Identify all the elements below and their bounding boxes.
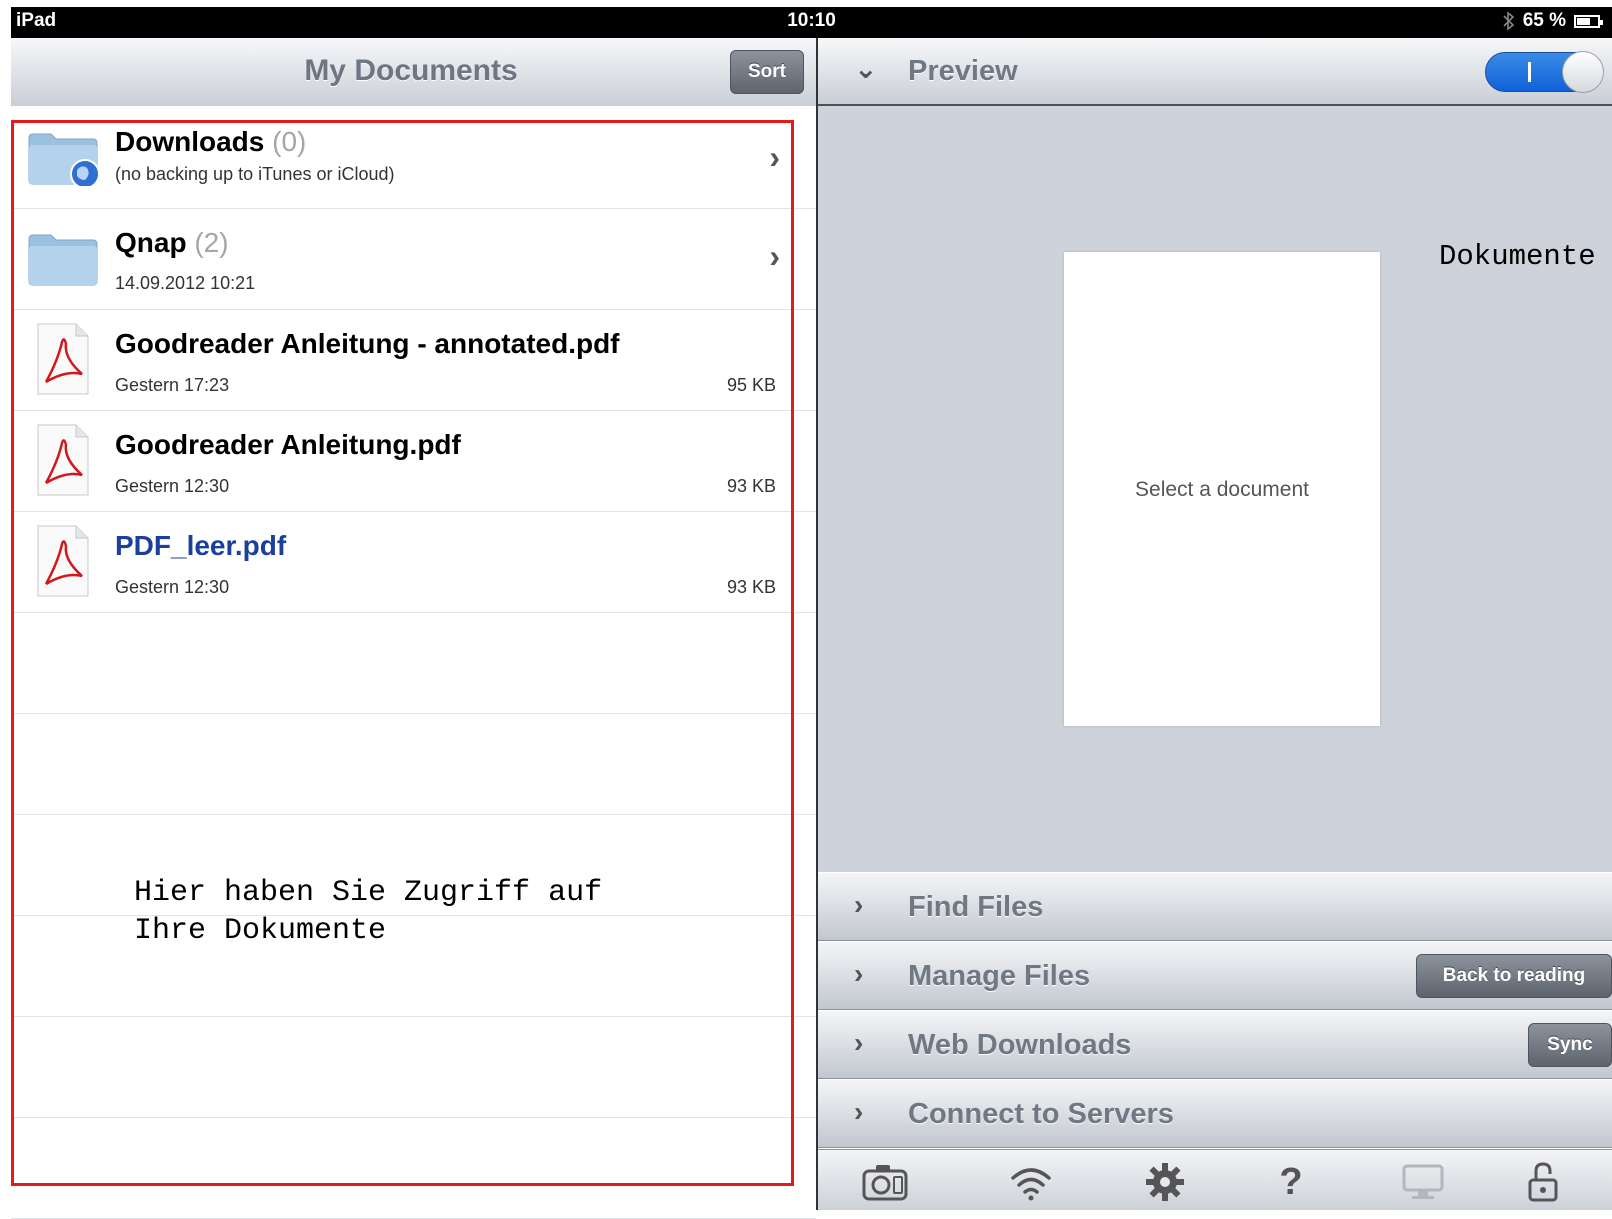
chevron-right-icon: › — [854, 1096, 864, 1127]
preview-placeholder: Select a document — [1135, 478, 1309, 501]
battery-percent: 65 % — [1522, 10, 1566, 31]
section-label: Manage Files — [908, 960, 1091, 992]
status-bar: iPad 10:10 65 % — [11, 7, 1612, 38]
section-web-downloads[interactable]: › Web Downloads Sync — [818, 1010, 1612, 1079]
sync-button[interactable]: Sync — [1528, 1023, 1612, 1067]
annotation-text: Hier haben Sie Zugriff auf Ihre Dokument… — [134, 876, 603, 948]
section-label: Connect to Servers — [908, 1098, 1174, 1130]
toggle-knob — [1562, 51, 1604, 93]
preview-title: Preview — [908, 55, 1018, 87]
sort-button[interactable]: Sort — [730, 50, 804, 94]
monitor-icon[interactable] — [1400, 1162, 1446, 1202]
section-find-files[interactable]: › Find Files — [818, 872, 1612, 941]
status-right: 65 % — [1503, 10, 1603, 32]
preview-toggle[interactable] — [1485, 51, 1604, 93]
toggle-on-mark — [1528, 62, 1531, 82]
chevron-right-icon: › — [854, 889, 864, 920]
page-title: My Documents — [304, 54, 518, 87]
battery-icon — [1574, 14, 1603, 28]
camera-icon[interactable] — [862, 1162, 908, 1202]
bluetooth-icon — [1503, 11, 1514, 31]
section-label: Web Downloads — [908, 1029, 1132, 1061]
wifi-icon[interactable] — [1008, 1162, 1054, 1202]
clock: 10:10 — [787, 10, 836, 31]
document-preview-page: Select a document — [1064, 252, 1380, 726]
chevron-right-icon: › — [854, 958, 864, 989]
documents-header: My Documents Sort — [11, 38, 816, 107]
help-icon[interactable]: ? — [1268, 1162, 1314, 1202]
chevron-right-icon: › — [854, 1027, 864, 1058]
section-connect-servers[interactable]: › Connect to Servers — [818, 1079, 1612, 1148]
bottom-toolbar: ? — [818, 1149, 1612, 1210]
annotation-text-right: Dokumente — [1439, 240, 1596, 273]
preview-header[interactable]: ⌄ Preview — [818, 38, 1612, 106]
back-to-reading-button[interactable]: Back to reading — [1416, 954, 1612, 998]
gear-icon[interactable] — [1142, 1162, 1188, 1202]
section-manage-files[interactable]: › Manage Files Back to reading — [818, 941, 1612, 1010]
section-label: Find Files — [908, 891, 1044, 923]
chevron-down-icon: ⌄ — [854, 53, 878, 84]
unlock-icon[interactable] — [1520, 1162, 1566, 1202]
annotation-highlight-box — [11, 120, 794, 1186]
